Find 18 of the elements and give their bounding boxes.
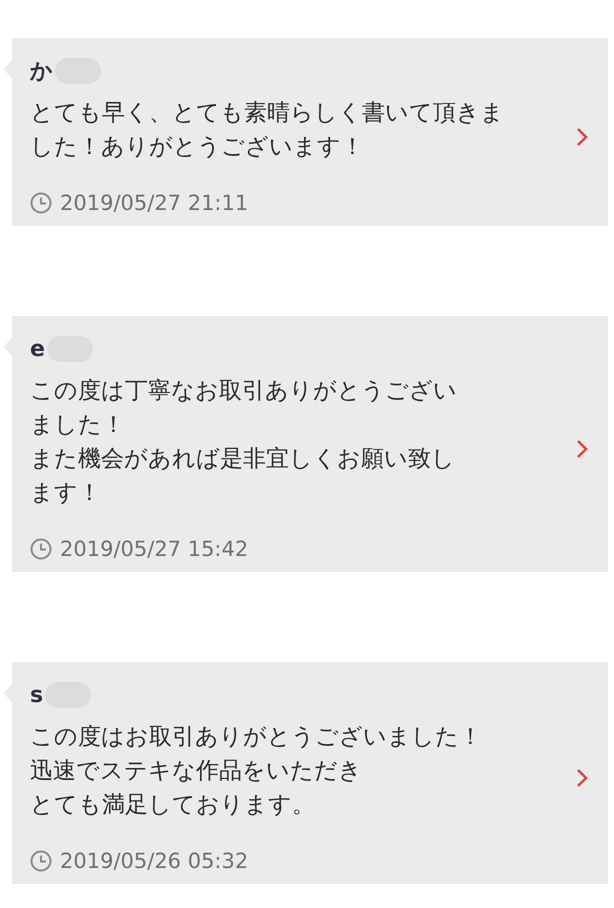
review-date: 2019/05/27 21:11 [60,191,248,215]
review-text: この度は丁寧なお取引ありがとうござい ました！ また機会があれば是非宜しくお願い致し ます！ [30,377,458,508]
clock-icon [30,850,52,872]
chevron-right-icon [576,439,588,459]
reviewer-name: か [30,58,53,86]
clock-icon [30,538,52,560]
review-card[interactable]: s この度はお取引ありがとうございました！ 迅速でステキな作品をいただき とても満足しております。 2019/05/26 05:32 [12,662,608,884]
review-card[interactable]: e この度は丁寧なお取引ありがとうござい ました！ また機会があれば是非宜しくお願い致し ます！ 2019/05/27 15:42 [12,316,608,572]
review-card[interactable]: か とても早く、とても素晴らしく書いて頂きま した！ありがとうございます！ 2019/05/27 21:11 [12,38,608,226]
reviewer-name: s [30,682,44,708]
review-date: 2019/05/26 05:32 [60,849,248,873]
chevron-right-icon [576,127,588,147]
clock-icon [30,192,52,214]
review-date: 2019/05/27 15:42 [60,537,248,561]
review-text: この度はお取引ありがとうございました！ 迅速でステキな作品をいただき とても満足しております。 [30,723,483,820]
reviewer-name: e [30,336,45,362]
review-text: とても早く、とても素晴らしく書いて頂きま した！ありがとうございます！ [30,99,505,162]
chevron-right-icon [576,768,588,788]
